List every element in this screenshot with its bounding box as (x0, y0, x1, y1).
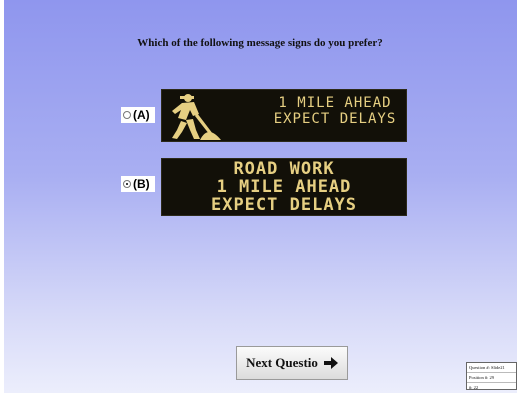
arrow-right-icon (323, 357, 338, 369)
option-b-label: (B) (133, 177, 150, 191)
sign-b-text: ROAD WORK 1 MILE AHEAD EXPECT DELAYS (162, 160, 406, 214)
position-number: Position #: 29 (467, 373, 516, 383)
sign-a-line-1: 1 MILE AHEAD (278, 95, 392, 111)
sign-a-text: 1 MILE AHEAD EXPECT DELAYS (229, 95, 441, 127)
option-b-radio[interactable]: (B) (121, 176, 155, 192)
option-a-label: (A) (133, 108, 150, 122)
next-question-label: Next Questio (246, 355, 318, 370)
sign-b-line-3: EXPECT DELAYS (210, 195, 358, 215)
road-worker-icon (172, 94, 221, 140)
id-number: #: 22 (469, 385, 479, 390)
sign-b[interactable]: ROAD WORK 1 MILE AHEAD EXPECT DELAYS (161, 158, 407, 216)
left-frame-border (0, 0, 4, 393)
sign-b-line-1: ROAD WORK (233, 159, 335, 179)
option-a-radio[interactable]: (A) (121, 107, 155, 123)
sign-a[interactable]: 1 MILE AHEAD EXPECT DELAYS (161, 89, 407, 142)
question-number: Question #: Slide21 (467, 363, 516, 373)
question-text: Which of the following message signs do … (137, 37, 383, 49)
slide-info-box: Question #: Slide21 Position #: 29 #: 22 (466, 362, 517, 390)
option-a-radio-button[interactable] (123, 111, 131, 119)
sign-a-line-2: EXPECT DELAYS (273, 111, 397, 127)
sign-b-line-2: 1 MILE AHEAD (216, 177, 352, 197)
next-question-button[interactable]: Next Questio (236, 346, 348, 380)
option-b-radio-button[interactable] (123, 180, 131, 188)
